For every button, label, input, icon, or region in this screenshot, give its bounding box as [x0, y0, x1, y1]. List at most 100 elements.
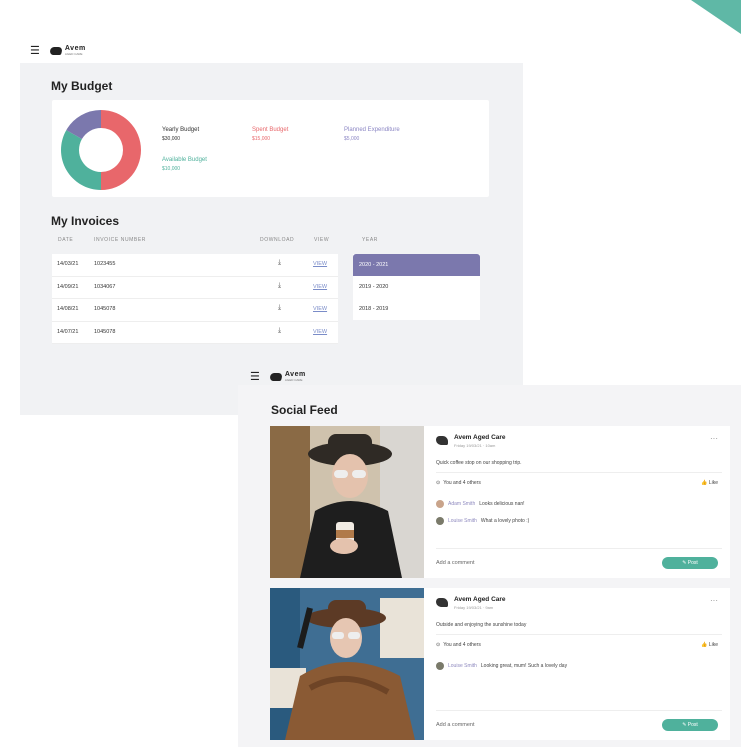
likes-summary[interactable]: ⊙ You and 4 others — [436, 642, 481, 648]
comment: Adam Smith Looks delicious nan! — [436, 500, 525, 508]
comment-text: What a lovely photo :) — [480, 518, 530, 524]
comment: Louise Smith What a lovely photo :) — [436, 517, 529, 525]
top-header: ☰ Avem AGED CARE — [30, 44, 86, 57]
commenter-name[interactable]: Louise Smith — [448, 518, 477, 524]
commenter-avatar — [436, 517, 444, 525]
post-date: Friday 19/03/21 · 10am — [454, 443, 496, 448]
comment-text: Looks delicious nan! — [479, 501, 525, 507]
logo-icon — [268, 372, 283, 381]
yearly-budget: Yearly Budget $30,000 — [162, 126, 199, 144]
commenter-name[interactable]: Adam Smith — [448, 501, 475, 507]
planned-expenditure: Planned Expenditure $5,000 — [344, 126, 400, 144]
likes-text: You and 4 others — [443, 480, 481, 486]
view-link[interactable]: VIEW — [313, 284, 327, 290]
logo[interactable]: Avem AGED CARE — [268, 371, 306, 382]
like-label: Like — [708, 480, 718, 486]
elderly-woman-coffee-photo — [270, 426, 424, 578]
post-content: Avem Aged Care Friday 19/03/21 · 10am ··… — [432, 426, 722, 578]
likes-summary[interactable]: ⊙ You and 4 others — [436, 480, 481, 486]
spent-budget: Spent Budget $15,000 — [252, 126, 288, 144]
social-panel: ☰ Avem AGED CARE Social Feed Avem Aged C… — [238, 371, 741, 747]
invoice-date: 14/07/21 — [57, 328, 79, 335]
like-label: Like — [708, 642, 718, 648]
table-row: 14/08/21 1045078 ⤓ VIEW — [52, 299, 338, 322]
post-photo[interactable] — [270, 426, 424, 578]
like-button[interactable]: 👍 Like — [701, 642, 718, 648]
post-button-label: Post — [687, 560, 698, 566]
commenter-name[interactable]: Louise Smith — [448, 663, 477, 669]
likes-text: You and 4 others — [443, 642, 481, 648]
logo-name: Avem — [284, 371, 306, 378]
logo-name: Avem — [64, 45, 86, 52]
table-row: 14/03/21 1023455 ⤓ VIEW — [52, 254, 338, 277]
invoice-table: 14/03/21 1023455 ⤓ VIEW 14/09/21 1034067… — [52, 254, 338, 344]
budget-panel: My Budget Yearly Budget $30,000 Spent Bu… — [20, 63, 523, 415]
post-author: Avem Aged Care — [454, 434, 506, 441]
org-avatar-icon — [436, 598, 448, 607]
like-count-icon: ⊙ — [436, 480, 441, 486]
more-options-icon[interactable]: ··· — [710, 596, 718, 605]
feed-post: Avem Aged Care Friday 19/03/21 · 10am ··… — [270, 426, 730, 578]
download-icon[interactable]: ⤓ — [278, 282, 281, 290]
divider — [436, 548, 722, 549]
social-header: ☰ Avem AGED CARE — [250, 370, 306, 383]
org-avatar-icon — [436, 436, 448, 445]
spent-budget-value: $15,000 — [252, 136, 271, 142]
invoice-date: 14/03/21 — [57, 261, 79, 267]
logo-icon — [48, 46, 63, 55]
download-icon[interactable]: ⤓ — [278, 304, 281, 312]
spent-budget-label: Spent Budget — [252, 127, 289, 133]
logo[interactable]: Avem AGED CARE — [48, 45, 86, 56]
budget-donut-chart — [60, 110, 141, 190]
invoice-number: 1045078 — [94, 306, 116, 312]
add-comment-input[interactable]: Add a comment — [436, 560, 475, 566]
yearly-budget-value: $30,000 — [162, 136, 181, 142]
post-text: Quick coffee stop on our shopping trip. — [436, 460, 522, 466]
comment-text: Looking great, mum! Such a lovely day — [480, 663, 568, 669]
download-icon[interactable]: ⤓ — [278, 327, 281, 335]
divider — [436, 472, 722, 473]
invoice-date: 14/09/21 — [57, 283, 79, 290]
col-invoice-number: INVOICE NUMBER — [94, 237, 147, 243]
feed-post: Avem Aged Care Friday 19/03/21 · 9am ···… — [270, 588, 730, 740]
post-content: Avem Aged Care Friday 19/03/21 · 9am ···… — [432, 588, 722, 740]
like-count-icon: ⊙ — [436, 642, 441, 648]
view-link[interactable]: VIEW — [313, 306, 327, 312]
logo-tagline: AGED CARE — [284, 378, 303, 382]
more-options-icon[interactable]: ··· — [710, 434, 718, 443]
logo-tagline: AGED CARE — [64, 52, 83, 56]
post-button[interactable]: ✎ Post — [662, 557, 718, 569]
divider — [436, 634, 722, 635]
year-option[interactable]: 2019 - 2020 — [353, 276, 480, 298]
view-link[interactable]: VIEW — [313, 329, 327, 335]
download-icon[interactable]: ⤓ — [278, 259, 281, 267]
col-download: DOWNLOAD — [260, 237, 295, 243]
table-row: 14/09/21 1034067 ⤓ VIEW — [52, 277, 338, 299]
invoice-number: 1034067 — [94, 283, 116, 290]
elderly-woman-fur-coat-photo — [270, 588, 424, 740]
col-date: DATE — [58, 237, 74, 243]
menu-icon[interactable]: ☰ — [250, 370, 260, 383]
social-feed-title: Social Feed — [271, 403, 338, 417]
page-title: My Budget — [51, 79, 113, 93]
add-comment-input[interactable]: Add a comment — [436, 722, 475, 728]
like-button[interactable]: 👍 Like — [701, 480, 718, 486]
corner-decoration — [691, 0, 741, 34]
post-button[interactable]: ✎ Post — [662, 719, 718, 731]
available-budget: Available Budget $10,000 — [162, 156, 207, 174]
invoice-date: 14/08/21 — [57, 306, 79, 312]
thumbs-up-icon: 👍 — [701, 642, 708, 648]
year-option[interactable]: 2020 - 2021 — [353, 254, 480, 276]
year-option[interactable]: 2018 - 2019 — [353, 298, 480, 320]
thumbs-up-icon: 👍 — [701, 480, 708, 486]
planned-expenditure-label: Planned Expenditure — [344, 127, 400, 133]
post-photo[interactable] — [270, 588, 424, 740]
table-row: 14/07/21 1045078 ⤓ VIEW — [52, 322, 338, 344]
yearly-budget-label: Yearly Budget — [162, 127, 200, 133]
menu-icon[interactable]: ☰ — [30, 44, 40, 57]
view-link[interactable]: VIEW — [313, 261, 327, 267]
invoices-title: My Invoices — [51, 214, 120, 228]
post-author: Avem Aged Care — [454, 596, 506, 603]
planned-expenditure-value: $5,000 — [344, 136, 360, 142]
budget-card: Yearly Budget $30,000 Spent Budget $15,0… — [52, 100, 489, 197]
